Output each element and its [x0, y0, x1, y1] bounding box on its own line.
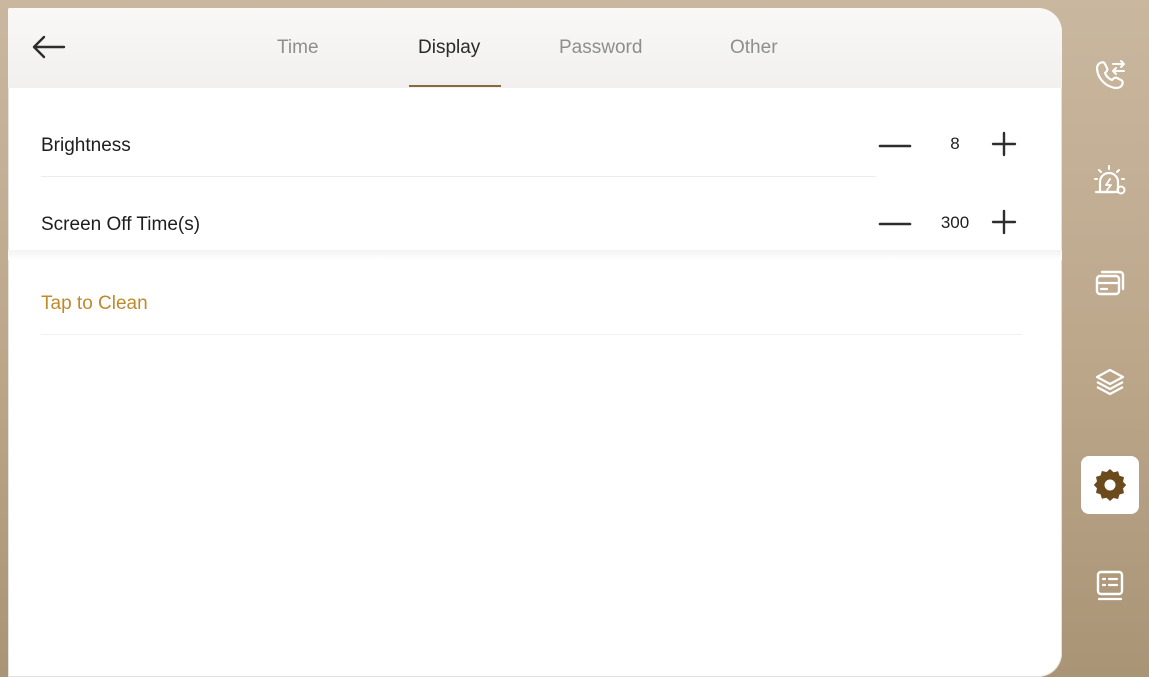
brightness-row: Brightness 8: [8, 96, 1062, 177]
call-transfer-icon: [1095, 60, 1125, 90]
settings-panel: Time Display Password Other Brightness 8…: [8, 8, 1062, 677]
sidebar-item-alarm[interactable]: [1080, 150, 1140, 210]
settings-gear-icon: [1093, 469, 1127, 501]
tab-bar: Time Display Password Other: [8, 8, 1062, 88]
screen-off-value: 300: [940, 213, 970, 232]
back-button[interactable]: [26, 30, 70, 64]
layers-icon: [1095, 368, 1125, 396]
section-separator: [8, 250, 1062, 260]
sidebar-item-settings[interactable]: [1081, 456, 1139, 514]
tab-other[interactable]: Other: [730, 36, 778, 66]
tab-time[interactable]: Time: [277, 36, 319, 66]
tab-display[interactable]: Display: [418, 36, 480, 66]
back-arrow-icon: [32, 35, 66, 59]
tap-to-clean-button[interactable]: Tap to Clean: [41, 293, 148, 315]
tab-password[interactable]: Password: [559, 36, 642, 66]
brightness-label: Brightness: [41, 135, 131, 156]
alarm-icon: [1094, 165, 1126, 195]
plus-icon: [991, 209, 1017, 235]
screen-off-row: Screen Off Time(s) 300: [8, 176, 1062, 256]
screen-off-decrease-button[interactable]: [878, 210, 912, 239]
plus-icon: [991, 131, 1017, 157]
sidebar-item-layers[interactable]: [1080, 352, 1140, 412]
minus-icon: [878, 222, 912, 226]
brightness-decrease-button[interactable]: [878, 132, 912, 161]
sidebar-item-cards[interactable]: [1080, 253, 1140, 313]
sidebar-item-call-transfer[interactable]: [1080, 44, 1140, 104]
screen-off-label: Screen Off Time(s): [41, 214, 201, 235]
active-tab-indicator: [409, 85, 501, 87]
brightness-increase-button[interactable]: [990, 130, 1018, 163]
sidebar-item-list[interactable]: [1080, 555, 1140, 615]
list-icon: [1096, 570, 1124, 601]
minus-icon: [878, 144, 912, 148]
screen-off-increase-button[interactable]: [990, 208, 1018, 241]
row-divider: [41, 334, 1022, 335]
cards-icon: [1095, 270, 1125, 296]
brightness-value: 8: [950, 134, 960, 153]
